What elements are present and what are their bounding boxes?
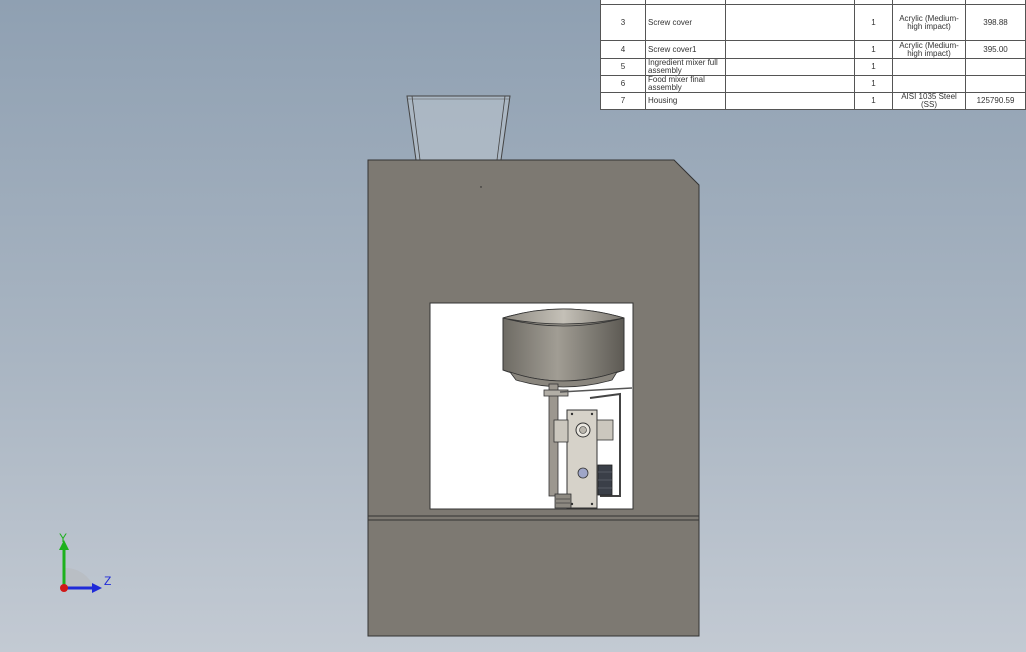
bom-part: Screw cover1 [645, 40, 726, 59]
bom-qty: 1 [854, 4, 893, 41]
bom-description [725, 4, 855, 41]
bom-item-no: 3 [600, 4, 646, 41]
bom-qty: 1 [854, 40, 893, 59]
bom-material: AISI 1035 Steel (SS) [892, 92, 966, 110]
bom-description [725, 92, 855, 110]
bom-qty: 1 [854, 58, 893, 76]
bom-table[interactable]: 3 Screw cover 1 Acrylic (Medium-high imp… [600, 0, 1026, 110]
view-orientation-triad[interactable]: Y Z [48, 528, 118, 598]
bom-part: Food mixer final assembly [645, 75, 726, 93]
bom-mass: 395.00 [965, 40, 1026, 59]
bom-part: Screw cover [645, 4, 726, 41]
bom-description [725, 40, 855, 59]
graphics-viewport[interactable]: 3 Screw cover 1 Acrylic (Medium-high imp… [0, 0, 1026, 652]
table-row[interactable]: 4 Screw cover1 1 Acrylic (Medium-high im… [600, 40, 1026, 59]
bom-description [725, 58, 855, 76]
table-row[interactable]: 6 Food mixer final assembly 1 [600, 75, 1026, 93]
bom-qty: 1 [854, 92, 893, 110]
bom-item-no: 7 [600, 92, 646, 110]
bom-mass: 398.88 [965, 4, 1026, 41]
bom-description [725, 75, 855, 93]
bom-material: Acrylic (Medium-high impact) [892, 40, 966, 59]
bom-material: Acrylic (Medium-high impact) [892, 4, 966, 41]
bom-item-no: 6 [600, 75, 646, 93]
table-row[interactable]: 7 Housing 1 AISI 1035 Steel (SS) 125790.… [600, 92, 1026, 110]
bom-part: Housing [645, 92, 726, 110]
bom-item-no: 4 [600, 40, 646, 59]
bom-part: Ingredient mixer full assembly [645, 58, 726, 76]
bom-material [892, 58, 966, 76]
bom-mass [965, 58, 1026, 76]
bom-mass: 125790.59 [965, 92, 1026, 110]
bom-item-no: 5 [600, 58, 646, 76]
table-row[interactable]: 3 Screw cover 1 Acrylic (Medium-high imp… [600, 4, 1026, 41]
triad-z-label: Z [104, 574, 112, 588]
triad-y-label: Y [59, 531, 68, 545]
bom-qty: 1 [854, 75, 893, 93]
bom-material [892, 75, 966, 93]
table-row[interactable]: 5 Ingredient mixer full assembly 1 [600, 58, 1026, 76]
hopper[interactable] [406, 95, 511, 161]
bom-mass [965, 75, 1026, 93]
